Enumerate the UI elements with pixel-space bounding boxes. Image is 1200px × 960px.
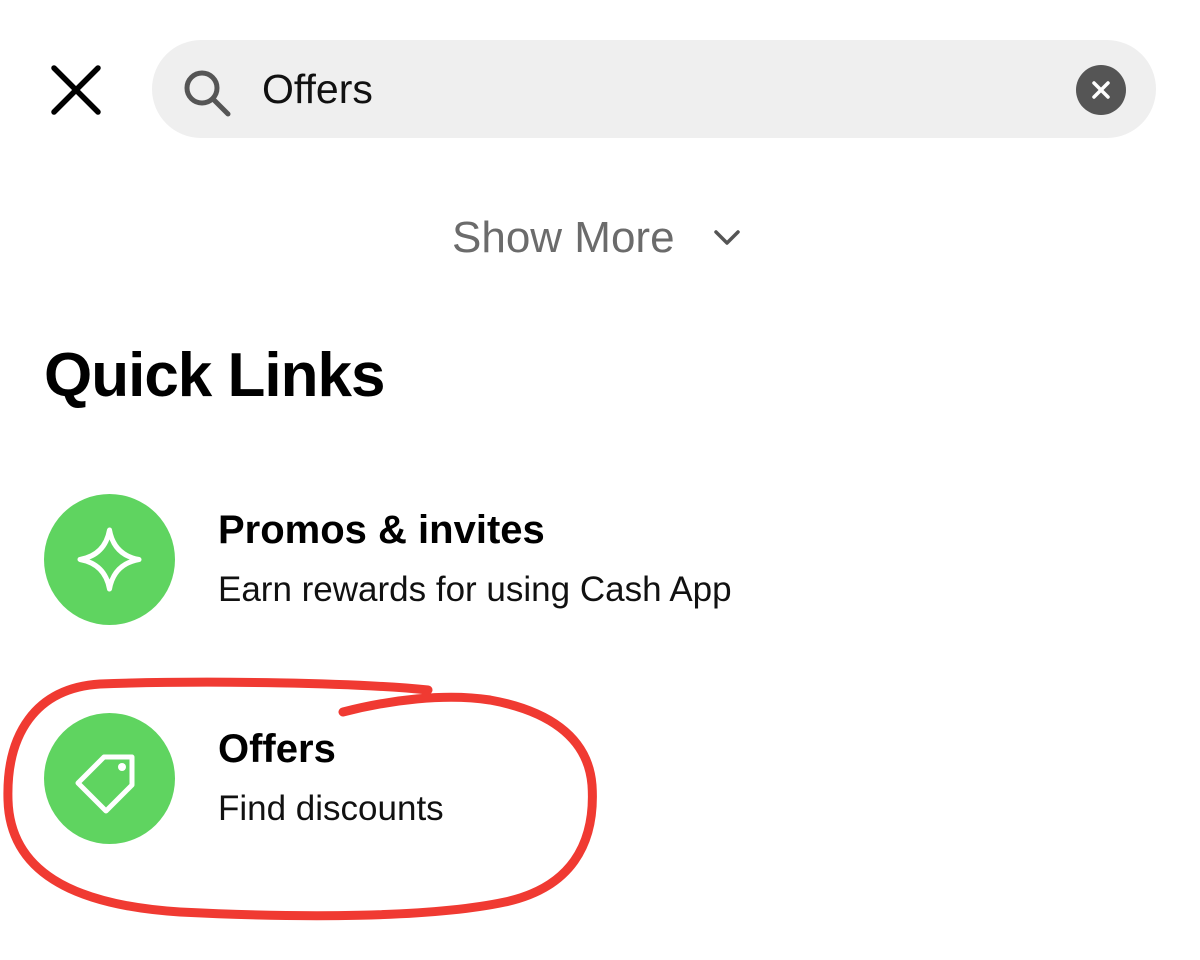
close-icon xyxy=(51,65,101,115)
show-more-label: Show More xyxy=(452,213,675,262)
promos-icon-badge xyxy=(44,494,175,625)
quick-link-subtitle: Find discounts xyxy=(218,789,444,828)
quick-link-promos-invites[interactable]: Promos & invites Earn rewards for using … xyxy=(44,494,844,626)
quick-link-offers[interactable]: Offers Find discounts xyxy=(44,713,844,845)
quick-link-title: Promos & invites xyxy=(218,508,545,552)
search-bar[interactable] xyxy=(152,40,1156,138)
search-icon xyxy=(184,70,231,117)
sparkle-icon xyxy=(77,527,142,592)
quick-link-title: Offers xyxy=(218,727,336,771)
show-more-button[interactable]: Show More xyxy=(452,208,741,268)
tag-icon xyxy=(75,754,135,814)
quick-link-subtitle: Earn rewards for using Cash App xyxy=(218,570,732,609)
quick-links-title: Quick Links xyxy=(44,341,385,410)
clear-search-button[interactable] xyxy=(1076,65,1126,115)
search-input[interactable] xyxy=(262,58,1042,120)
clear-icon xyxy=(1092,81,1110,99)
offers-icon-badge xyxy=(44,713,175,844)
close-button[interactable] xyxy=(44,58,108,122)
chevron-down-icon xyxy=(713,230,740,245)
